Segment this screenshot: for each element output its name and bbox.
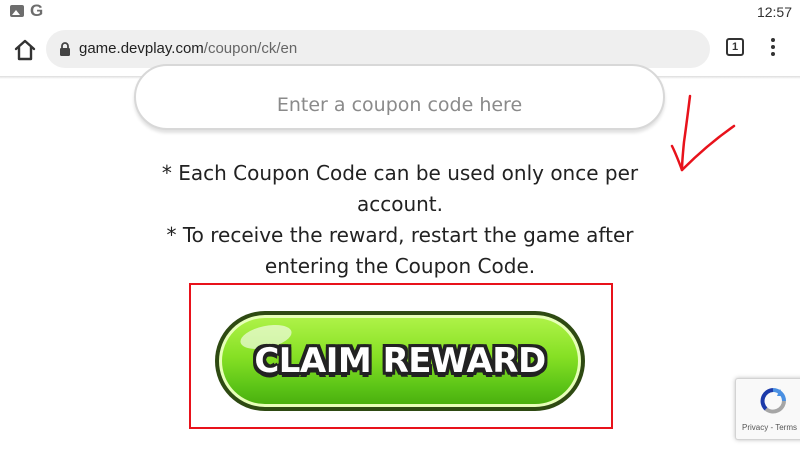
google-icon: G [30, 1, 44, 20]
coupon-notes: * Each Coupon Code can be used only once… [150, 158, 650, 282]
home-icon[interactable] [10, 35, 40, 65]
coupon-code-input[interactable] [134, 64, 665, 130]
note-restart-game: * To receive the reward, restart the gam… [166, 223, 634, 278]
privacy-link[interactable]: Privacy [742, 423, 768, 432]
recaptcha-badge[interactable]: Privacy - Terms [735, 378, 800, 440]
photo-icon [10, 5, 24, 17]
url-host: game.devplay.com [79, 40, 204, 57]
address-bar[interactable]: game.devplay.com/coupon/ck/en [46, 30, 710, 68]
overflow-menu-icon[interactable] [768, 38, 778, 60]
claim-button-face: CLAIM REWARD [219, 315, 581, 407]
terms-link[interactable]: Terms [775, 423, 797, 432]
url-path: /coupon/ck/en [203, 40, 298, 57]
note-once-per-account: * Each Coupon Code can be used only once… [161, 161, 639, 216]
claim-reward-button[interactable]: CLAIM REWARD [215, 311, 585, 411]
url-text[interactable]: game.devplay.com/coupon/ck/en [79, 40, 297, 57]
annotation-arrow-icon [670, 94, 736, 172]
recaptcha-icon [760, 388, 786, 414]
claim-reward-label: CLAIM REWARD [254, 341, 546, 381]
recaptcha-links: Privacy - Terms [742, 423, 797, 432]
status-bar: G 12:57 [0, 0, 800, 24]
tab-switcher-icon[interactable]: 1 [726, 38, 744, 56]
lock-icon [60, 42, 70, 56]
status-time: 12:57 [756, 4, 792, 20]
